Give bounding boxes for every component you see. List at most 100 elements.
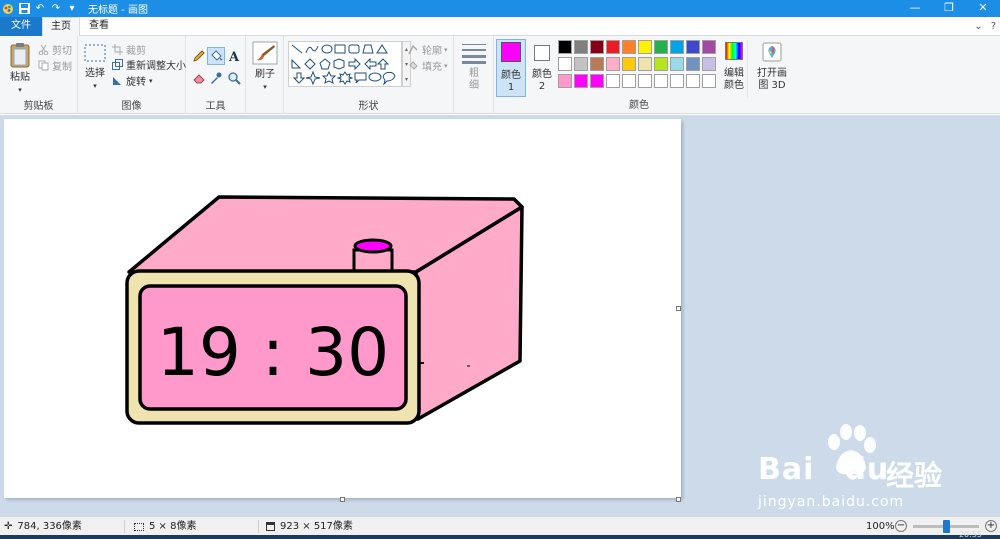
cut-label: 剪切 bbox=[52, 46, 72, 57]
canvas-resize-handle-bottom[interactable] bbox=[340, 497, 345, 502]
crosshair-icon: ✛ bbox=[4, 520, 13, 532]
magnifier-icon[interactable] bbox=[227, 71, 241, 85]
palette-swatch[interactable] bbox=[654, 57, 668, 71]
drawing-canvas[interactable]: 19 : 30 bbox=[4, 119, 681, 498]
palette-swatch[interactable] bbox=[558, 57, 572, 71]
pencil-icon[interactable] bbox=[192, 49, 206, 63]
resize-button[interactable]: 重新调整大小 bbox=[112, 57, 186, 72]
palette-swatch[interactable] bbox=[702, 40, 716, 54]
palette-swatch[interactable] bbox=[686, 74, 700, 88]
palette-swatch[interactable] bbox=[638, 74, 652, 88]
svg-text:A: A bbox=[228, 50, 240, 63]
palette-swatch[interactable] bbox=[622, 74, 636, 88]
image-size-text: 923 × 517像素 bbox=[280, 520, 353, 532]
restore-button[interactable]: ❐ bbox=[932, 0, 966, 17]
zoom-level: 100% bbox=[866, 520, 895, 532]
tab-view[interactable]: 查看 bbox=[80, 17, 118, 36]
zoom-slider[interactable] bbox=[913, 520, 979, 533]
palette-swatch[interactable] bbox=[590, 40, 604, 54]
palette-swatch[interactable] bbox=[558, 74, 572, 88]
image-size: 923 × 517像素 bbox=[266, 517, 353, 536]
zoom-in-button[interactable]: + bbox=[985, 520, 997, 532]
size-button[interactable]: 粗细 bbox=[460, 42, 488, 94]
palette-swatch[interactable] bbox=[574, 74, 588, 88]
watermark-brand: Bai du bbox=[758, 452, 890, 487]
palette-swatch[interactable] bbox=[590, 74, 604, 88]
minimize-button[interactable]: — bbox=[898, 0, 932, 17]
fill-button[interactable]: 填充 ▾ bbox=[408, 58, 448, 73]
palette-swatch[interactable] bbox=[670, 57, 684, 71]
copy-button[interactable]: 复制 bbox=[38, 58, 72, 73]
paint-app-icon[interactable] bbox=[2, 3, 14, 15]
eraser-icon[interactable] bbox=[192, 71, 206, 85]
palette-swatch[interactable] bbox=[686, 57, 700, 71]
brushes-button[interactable]: 刷子 ▾ bbox=[251, 41, 279, 93]
baidu-watermark: Bai du 经验 jingyan.baidu.com bbox=[758, 424, 948, 514]
collapse-ribbon-icon[interactable]: ⌄ bbox=[974, 21, 982, 32]
palette-swatch[interactable] bbox=[606, 74, 620, 88]
color2-button[interactable]: 颜色 2 bbox=[528, 39, 556, 97]
canvas-workspace: 19 : 30 Bai du 经验 jingyan.baidu.com bbox=[0, 115, 1000, 516]
tab-file[interactable]: 文件 bbox=[0, 17, 42, 36]
rotate-button[interactable]: 旋转 ▾ bbox=[112, 73, 153, 88]
help-icon[interactable]: ? bbox=[991, 21, 996, 32]
palette-swatch[interactable] bbox=[590, 57, 604, 71]
palette-swatch[interactable] bbox=[702, 57, 716, 71]
palette-swatch[interactable] bbox=[558, 40, 572, 54]
color-picker-icon[interactable] bbox=[209, 71, 223, 85]
cursor-position: ✛ 784, 336像素 bbox=[4, 517, 82, 536]
clock-button bbox=[353, 238, 393, 254]
palette-swatch[interactable] bbox=[606, 57, 620, 71]
palette-swatch[interactable] bbox=[606, 40, 620, 54]
outline-dropdown-icon: ▾ bbox=[444, 45, 448, 54]
tools-group-label: 工具 bbox=[205, 101, 226, 112]
status-bar: ✛ 784, 336像素 5 × 8像素 923 × 517像素 100% − … bbox=[0, 516, 1000, 535]
palette-swatch[interactable] bbox=[574, 57, 588, 71]
paste-button[interactable]: 粘贴 ▾ bbox=[6, 40, 34, 94]
edit-colors-button[interactable]: 编辑颜色 bbox=[720, 40, 748, 98]
resize-label: 重新调整大小 bbox=[126, 61, 186, 72]
palette-swatch[interactable] bbox=[654, 74, 668, 88]
color1-swatch bbox=[501, 42, 521, 62]
rotate-dropdown-icon: ▾ bbox=[149, 76, 153, 85]
palette-swatch[interactable] bbox=[670, 74, 684, 88]
fill-tool-button[interactable] bbox=[207, 47, 225, 65]
watermark-cn: 经验 bbox=[886, 459, 943, 492]
tab-home[interactable]: 主页 bbox=[42, 17, 80, 37]
copy-label: 复制 bbox=[52, 62, 72, 73]
text-tool-icon[interactable]: A bbox=[227, 49, 241, 63]
color1-button[interactable]: 颜色 1 bbox=[496, 39, 526, 97]
palette-swatch[interactable] bbox=[654, 40, 668, 54]
paint3d-button[interactable]: 打开画图 3D bbox=[754, 40, 790, 98]
shapes-gallery-icons bbox=[291, 44, 396, 86]
save-icon[interactable] bbox=[18, 2, 30, 15]
palette-swatch[interactable] bbox=[670, 40, 684, 54]
edit-colors-label: 编辑颜色 bbox=[724, 68, 744, 91]
canvas-resize-handle-corner[interactable] bbox=[676, 497, 681, 502]
colors-group-label: 颜色 bbox=[629, 100, 649, 111]
taskbar-strip: 20:55 bbox=[0, 530, 1000, 539]
palette-swatch[interactable] bbox=[638, 57, 652, 71]
palette-swatch[interactable] bbox=[638, 40, 652, 54]
palette-swatch[interactable] bbox=[622, 40, 636, 54]
group-brushes: 刷子 ▾ bbox=[246, 36, 284, 114]
rotate-icon bbox=[112, 75, 123, 86]
palette-swatch[interactable] bbox=[574, 40, 588, 54]
image-size-icon bbox=[266, 522, 275, 531]
redo-icon[interactable]: ↷ bbox=[50, 3, 62, 15]
undo-icon[interactable]: ↶ bbox=[34, 3, 46, 15]
paint-window: ↶ ↷ ▾ 无标题 - 画图 — ❐ ✕ 文件 主页 查看 ⌄ ? 粘贴 ▾ 剪… bbox=[0, 0, 1000, 539]
close-button[interactable]: ✕ bbox=[966, 0, 1000, 17]
outline-icon bbox=[408, 44, 419, 55]
qat-dropdown-icon[interactable]: ▾ bbox=[66, 3, 78, 15]
cut-button[interactable]: 剪切 bbox=[38, 42, 72, 57]
outline-button[interactable]: 轮廓 ▾ bbox=[408, 42, 448, 57]
palette-swatch[interactable] bbox=[622, 57, 636, 71]
zoom-out-button[interactable]: − bbox=[895, 520, 907, 532]
crop-button[interactable]: 裁剪 bbox=[112, 42, 146, 57]
palette-swatch[interactable] bbox=[686, 40, 700, 54]
palette-swatch[interactable] bbox=[702, 74, 716, 88]
canvas-resize-handle-right[interactable] bbox=[676, 306, 681, 311]
select-button[interactable]: 选择 ▾ bbox=[82, 42, 108, 94]
zoom-slider-thumb[interactable] bbox=[942, 520, 950, 533]
